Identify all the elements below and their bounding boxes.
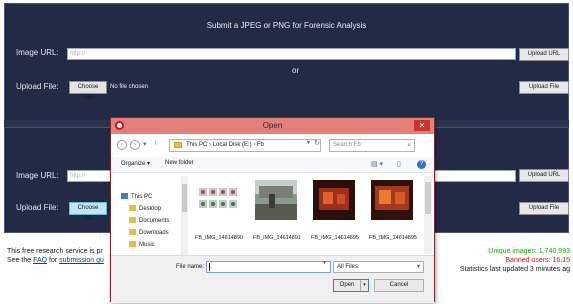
file-thumbnail [371,180,413,220]
search-placeholder: Search Fb [333,142,361,148]
nav-scrollbar[interactable] [181,176,188,256]
folder-icon [129,229,136,235]
nav-item-music[interactable]: Music [129,241,155,248]
refresh-icon[interactable]: ↻ [314,139,320,147]
file-status: No file chosen [110,84,149,90]
file-name: FB_IMG_14614891 [252,235,301,241]
page-banner: Submit a JPEG or PNG for Forensic Analys… [206,21,367,30]
folder-icon [174,142,182,148]
file-name-dropdown-icon[interactable]: ▾ [323,259,326,266]
nav-item-downloads[interactable]: Downloads [129,229,169,236]
preview-pane-icon[interactable]: ▯ [397,160,401,168]
upload-file-label: Upload File: [16,82,59,91]
up-arrow-icon[interactable]: ↑ [154,140,158,147]
nav-item-this-pc[interactable]: This PC [121,193,152,200]
organize-menu[interactable]: Organize ▾ [121,160,150,167]
file-type-filter[interactable]: All Files ▾ [333,261,424,273]
file-name-input[interactable] [206,261,331,273]
file-item[interactable]: FB_IMG_14614890 [193,176,243,254]
file-name: FB_IMG_14614890 [194,235,243,241]
address-bar[interactable]: This PC › Local Disk (E:) › Fb [169,139,321,152]
folder-icon [129,217,136,223]
new-folder-button[interactable]: New folder [165,160,194,166]
dialog-toolbar: Organize ▾ New folder ▤ ▾ ▯ ? [111,157,434,173]
forward-icon[interactable]: › [130,140,140,150]
footer-see: See the [7,257,34,264]
nav-item-documents[interactable]: Documents [129,217,169,224]
unique-images-stat: Unique images: 1,740,993 [488,248,570,255]
dialog-title: Open [262,121,283,130]
image-url-input[interactable]: http:// [67,48,516,60]
nav-item-desktop[interactable]: Desktop [129,205,161,212]
file-name: FB_IMG_14614895 [368,235,417,241]
nav-scroll-thumb[interactable] [182,184,187,212]
upload-file-label-2: Upload File: [16,203,59,212]
file-item[interactable]: FB_IMG_14614895 [367,176,417,254]
choose-file-button[interactable]: Choose File [69,81,107,101]
back-icon[interactable]: ‹ [117,140,127,150]
folder-icon [129,205,136,211]
image-url-label-2: Image URL: [16,171,59,180]
address-row: ‹ › ▾ ↑ This PC › Local Disk (E:) › Fb ▾… [111,136,434,156]
address-dropdown-icon[interactable]: ▾ [307,139,310,146]
chevron-down-icon: ▾ [416,264,420,270]
file-item[interactable]: FB_IMG_14614891 [251,176,301,254]
faq-link[interactable]: FAQ [33,257,47,264]
open-options-icon[interactable]: ▾ [360,280,368,291]
upload-file-button-2[interactable]: Upload File [519,202,569,215]
choose-file-button-2[interactable]: Choose File [69,202,107,222]
upload-panel-top: Submit a JPEG or PNG for Forensic Analys… [4,3,569,121]
file-thumbnail [255,180,297,220]
navigation-pane: This PC Desktop Documents Downloads Musi… [111,174,183,256]
file-list: FB_IMG_14614890 FB_IMG_14614891 FB_IMG_1… [193,176,423,254]
upload-url-button[interactable]: Upload URL [519,48,569,61]
submission-guidelines-link[interactable]: submission gu [59,257,104,264]
footer-for: for [47,257,60,264]
help-icon[interactable]: ? [417,160,426,169]
file-thumbnail [313,180,355,220]
dialog-footer: File name: ▾ All Files ▾ Open ▾ Cancel [111,255,434,303]
breadcrumb: This PC › Local Disk (E:) › Fb [186,142,265,148]
cancel-button[interactable]: Cancel [374,279,424,292]
search-input[interactable]: Search Fb ⌕ [329,139,415,152]
footer-line2: See the FAQ for submission gu [7,256,104,265]
file-thumbnail [197,180,239,220]
view-options-icon[interactable]: ▤ ▾ [371,160,383,168]
open-file-dialog: Open ✕ ‹ › ▾ ↑ This PC › Local Disk (E:)… [110,117,435,303]
upload-file-button[interactable]: Upload File [519,81,569,94]
banned-users-stat: Banned users: 16,15 [505,257,570,264]
search-icon: ⌕ [407,142,411,149]
pc-icon [121,193,128,199]
file-name-label: File name: [176,264,205,270]
close-button[interactable]: ✕ [414,120,430,131]
file-item[interactable]: FB_IMG_14614895 [309,176,359,254]
open-button[interactable]: Open ▾ [333,279,369,292]
music-folder-icon [129,241,136,247]
dialog-titlebar[interactable]: Open ✕ [111,118,434,134]
stats-block: Unique images: 1,740,993 Banned users: 1… [460,247,570,274]
recent-dropdown-icon[interactable]: ▾ [143,140,147,148]
file-name: FB_IMG_14614895 [310,235,359,241]
footer-line1: This free research service is pr [7,248,103,255]
or-separator: or [292,66,300,75]
text-caret [209,263,210,271]
file-list-scrollbar[interactable] [424,176,432,254]
upload-url-button-2[interactable]: Upload URL [519,169,569,182]
footer-info: This free research service is pr See the… [7,247,104,265]
image-url-label: Image URL: [16,48,59,57]
stats-updated: Statistics last updated 3 minutes ag [459,266,570,273]
file-list-scroll-thumb[interactable] [425,182,431,214]
